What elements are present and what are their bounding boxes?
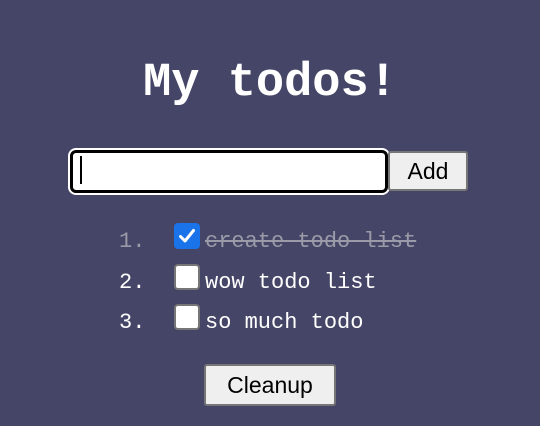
- todo-item-2: 2. wow todo list: [0, 263, 540, 303]
- todo-item-3: 3. so much todo: [0, 303, 540, 343]
- todo-number: 3.: [119, 310, 146, 335]
- todo-number: 2.: [119, 270, 146, 295]
- todo-text: wow todo list: [205, 270, 377, 295]
- check-icon: [179, 229, 195, 243]
- todo-item-1: 1. create todo list: [0, 222, 540, 262]
- todo-number: 1.: [119, 229, 146, 254]
- todo-text: create todo list: [205, 229, 417, 254]
- todo-checkbox-2[interactable]: [174, 264, 200, 290]
- add-todo-form: [70, 149, 388, 193]
- add-button[interactable]: Add: [388, 151, 468, 191]
- todo-checkbox-3[interactable]: [174, 304, 200, 330]
- text-caret: [80, 156, 82, 184]
- todo-checkbox-1[interactable]: [174, 223, 200, 249]
- todo-input[interactable]: [70, 149, 388, 193]
- page-title: My todos!: [143, 57, 397, 110]
- cleanup-button[interactable]: Cleanup: [204, 364, 336, 406]
- todo-text: so much todo: [205, 310, 364, 335]
